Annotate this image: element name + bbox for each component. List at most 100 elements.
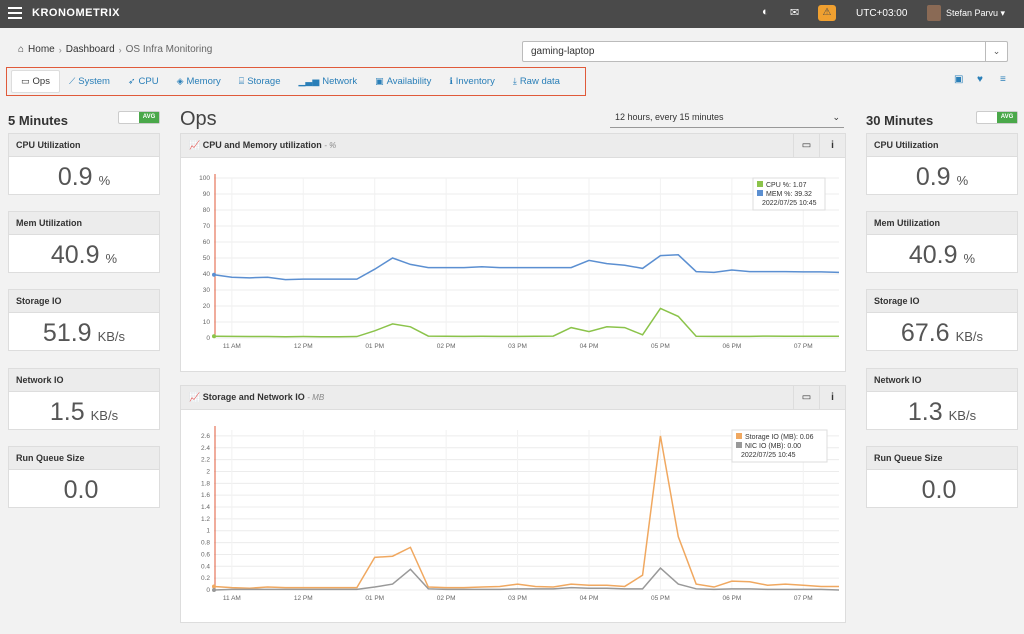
breadcrumb-home[interactable]: Home <box>28 44 55 55</box>
y-tick-label: 1.4 <box>201 504 210 511</box>
image-icon[interactable]: ▣ <box>954 74 963 85</box>
home-icon[interactable]: ⌂ <box>18 44 24 55</box>
hdd-icon: ⌸ <box>238 76 245 86</box>
chart-header: 📈 CPU and Memory utilization - % ▭ i <box>181 134 845 158</box>
info-icon: ℹ <box>449 76 453 86</box>
metric-unit: KB/s <box>948 408 977 423</box>
right-metric-mem: Mem Utilization 40.9% <box>866 211 1018 273</box>
x-tick-label: 05 PM <box>651 343 670 350</box>
timezone-label[interactable]: UTC+03:00 <box>856 8 907 19</box>
tab-bar: ▭ Ops ⟋ System ➶ CPU ◈ Memory ⌸ Storage ▁▃▅ Ne… <box>6 67 586 96</box>
x-tick-label: 07 PM <box>794 595 813 602</box>
metric-value-wrap: 40.9% <box>9 235 159 270</box>
series-line <box>213 254 840 281</box>
y-tick-label: 0.6 <box>201 551 210 558</box>
right-metric-storage: Storage IO 67.6 KB/s <box>866 289 1018 351</box>
tab-inventory[interactable]: ℹ Inventory <box>440 71 504 92</box>
tab-label: Storage <box>247 76 281 87</box>
breadcrumb: ⌂ Home › Dashboard › OS Infra Monitoring <box>18 44 212 55</box>
chevron-right-icon: › <box>58 44 62 55</box>
chart-header: 📈 Storage and Network IO - MB ▭ i <box>181 386 845 410</box>
x-tick-label: 04 PM <box>580 343 599 350</box>
tab-label: Raw data <box>519 76 560 87</box>
series-line <box>213 307 840 338</box>
host-select[interactable]: gaming-laptop ⌄ <box>522 41 1008 62</box>
tab-cpu[interactable]: ➶ CPU <box>119 71 168 92</box>
legend-swatch <box>736 442 742 448</box>
tab-ops[interactable]: ▭ Ops <box>11 70 60 93</box>
legend-label: 2022/07/25 10:45 <box>741 452 796 459</box>
legend-label: 2022/07/25 10:45 <box>762 200 817 207</box>
y-tick-label: 0 <box>206 335 210 342</box>
y-tick-label: 2.4 <box>201 445 210 452</box>
metric-value: 0.0 <box>921 476 957 504</box>
info-icon[interactable]: i <box>819 134 845 157</box>
heartbeat-icon[interactable]: ♥ <box>977 74 983 85</box>
storage-net-chart: 0 0.2 0.4 0.6 0.8 1 1.2 1.4 1.6 1.8 2 2.2 2.4 2.6 11 A… <box>201 426 840 602</box>
tab-availability[interactable]: ▣ Availability <box>366 71 440 92</box>
x-tick-label: 07 PM <box>794 343 813 350</box>
chevron-down-icon: ⌄ <box>832 112 840 122</box>
avatar[interactable] <box>927 5 941 21</box>
metric-unit: % <box>963 251 976 266</box>
area-chart-icon: ⟋ <box>68 76 76 86</box>
left-metric-runqueue: Run Queue Size 0.0 <box>8 446 160 508</box>
metric-value: 1.3 <box>907 398 943 426</box>
right-metric-runqueue: Run Queue Size 0.0 <box>866 446 1018 508</box>
metric-value-wrap: 51.9 KB/s <box>9 313 159 348</box>
y-tick-label: 1.8 <box>201 480 210 487</box>
tab-system[interactable]: ⟋ System <box>60 71 119 92</box>
tab-label: Inventory <box>455 76 495 87</box>
legend-swatch <box>736 433 742 439</box>
info-icon[interactable]: i <box>819 386 845 409</box>
y-tick-label: 1.2 <box>201 516 210 523</box>
tab-label: Network <box>322 76 358 87</box>
avg-toggle-right[interactable]: AVG <box>976 111 1018 124</box>
chevron-down-icon[interactable]: ⌄ <box>985 41 1007 62</box>
tab-memory[interactable]: ◈ Memory <box>168 71 230 92</box>
metric-label: CPU Utilization <box>9 134 159 157</box>
x-tick-label: 01 PM <box>365 595 384 602</box>
breadcrumb-dashboard[interactable]: Dashboard <box>66 44 115 55</box>
rocket-icon: ➶ <box>127 76 136 86</box>
metric-value: 0.9 <box>915 163 951 191</box>
metric-value-wrap: 1.5 KB/s <box>9 392 159 427</box>
left-metric-cpu: CPU Utilization 0.9% <box>8 133 160 195</box>
metric-value-wrap: 0.9% <box>867 157 1017 192</box>
bar-chart-icon: ▁▃▅ <box>298 76 320 86</box>
metric-unit: % <box>956 173 969 188</box>
y-tick-label: 80 <box>203 207 211 214</box>
hamburger-menu-icon[interactable] <box>8 7 22 21</box>
x-tick-label: 03 PM <box>508 595 527 602</box>
user-menu[interactable]: Stefan Parvu ▾ <box>946 8 1005 19</box>
y-tick-label: 90 <box>203 191 211 198</box>
left-panel-title: 5 Minutes <box>8 113 68 128</box>
metric-label: Run Queue Size <box>867 447 1017 470</box>
metric-label: Mem Utilization <box>867 212 1017 235</box>
legend-label: MEM %: 39.32 <box>766 191 812 198</box>
page-title: Ops <box>180 108 217 130</box>
y-tick-label: 0.8 <box>201 540 210 547</box>
tab-storage[interactable]: ⌸ Storage <box>230 71 290 92</box>
metric-value-wrap: 1.3 KB/s <box>867 392 1017 427</box>
x-tick-label: 12 PM <box>294 595 313 602</box>
cube-icon: ◈ <box>176 76 184 86</box>
time-range-select[interactable]: 12 hours, every 15 minutes ⌄ <box>610 110 844 128</box>
metric-unit: KB/s <box>955 329 984 344</box>
fullscreen-icon[interactable]: ▭ <box>793 134 819 157</box>
y-tick-label: 1.6 <box>201 492 210 499</box>
warning-icon[interactable]: ⚠ <box>818 5 836 21</box>
chevron-right-icon: › <box>118 44 122 55</box>
sliders-icon[interactable]: ≡ <box>1000 74 1006 85</box>
metric-unit: % <box>105 251 118 266</box>
tab-network[interactable]: ▁▃▅ Network <box>289 71 366 92</box>
download-icon: ⤓ <box>512 76 517 86</box>
x-tick-label: 06 PM <box>722 343 741 350</box>
right-metric-network: Network IO 1.3 KB/s <box>866 368 1018 430</box>
fullscreen-icon[interactable]: ▭ <box>793 386 819 409</box>
contrast-icon[interactable]: ◐ <box>762 6 769 18</box>
avg-toggle-left[interactable]: AVG <box>118 111 160 124</box>
brand-logo[interactable]: KRONOMETRIX <box>32 7 120 19</box>
tab-raw-data[interactable]: ⤓ Raw data <box>504 71 569 92</box>
mail-icon[interactable]: ✉ <box>790 6 799 19</box>
